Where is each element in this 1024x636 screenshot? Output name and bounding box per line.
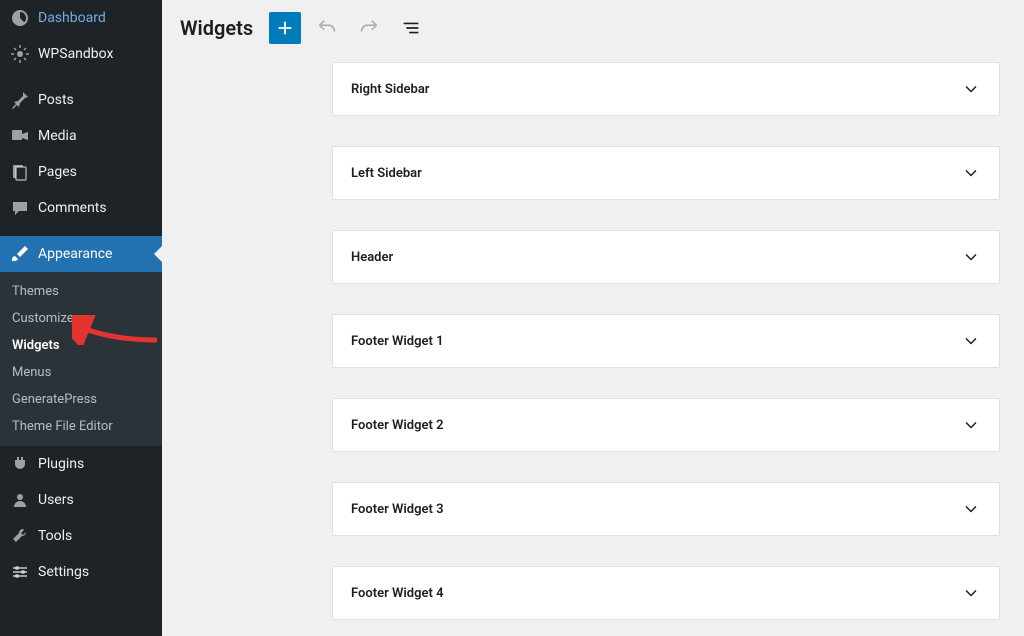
widget-area-footer-2[interactable]: Footer Widget 2 [332,398,1000,452]
undo-button[interactable] [311,12,343,44]
redo-button[interactable] [353,12,385,44]
sidebar-item-label: Plugins [38,456,84,472]
sidebar-item-label: Pages [38,164,77,180]
widget-area-title: Footer Widget 2 [351,418,444,433]
sidebar-item-label: Media [38,128,77,144]
chevron-down-icon [961,79,981,99]
brush-icon [10,244,30,264]
chevron-down-icon [961,247,981,267]
widget-area-header[interactable]: Header [332,230,1000,284]
widget-area-left-sidebar[interactable]: Left Sidebar [332,146,1000,200]
chevron-down-icon [961,415,981,435]
pin-icon [10,90,30,110]
sidebar-item-media[interactable]: Media [0,118,162,154]
sidebar-item-label: Users [38,492,74,508]
settings-icon [10,562,30,582]
dashboard-icon [10,8,30,28]
sidebar-item-plugins[interactable]: Plugins [0,446,162,482]
sandbox-icon [10,44,30,64]
main-content: Widgets Right Sidebar Left Sidebar [162,0,1024,636]
plugin-icon [10,454,30,474]
users-icon [10,490,30,510]
page-title: Widgets [180,16,253,40]
sidebar-item-dashboard[interactable]: Dashboard [0,0,162,36]
list-view-button[interactable] [395,12,427,44]
sidebar-item-comments[interactable]: Comments [0,190,162,226]
submenu-item-menus[interactable]: Menus [0,359,162,386]
sidebar-item-settings[interactable]: Settings [0,554,162,590]
chevron-down-icon [961,583,981,603]
comments-icon [10,198,30,218]
sidebar-item-label: Comments [38,200,107,216]
tools-icon [10,526,30,546]
sidebar-item-pages[interactable]: Pages [0,154,162,190]
widget-area-title: Footer Widget 3 [351,502,444,517]
editor-toolbar: Widgets [162,0,1024,62]
sidebar-item-appearance[interactable]: Appearance [0,236,162,272]
sidebar-item-label: Tools [38,528,72,544]
media-icon [10,126,30,146]
chevron-down-icon [961,163,981,183]
submenu-item-customize[interactable]: Customize [0,305,162,332]
appearance-submenu: Themes Customize Widgets Menus GenerateP… [0,272,162,446]
widget-area-right-sidebar[interactable]: Right Sidebar [332,62,1000,116]
add-block-button[interactable] [269,12,301,44]
submenu-item-theme-file-editor[interactable]: Theme File Editor [0,413,162,440]
widget-area-footer-1[interactable]: Footer Widget 1 [332,314,1000,368]
admin-sidebar: Dashboard WPSandbox Posts Media Pa [0,0,162,636]
sidebar-item-label: WPSandbox [38,46,113,62]
sidebar-item-label: Dashboard [38,10,106,26]
submenu-item-widgets[interactable]: Widgets [0,332,162,359]
chevron-down-icon [961,331,981,351]
sidebar-item-label: Posts [38,92,74,108]
widget-areas-list: Right Sidebar Left Sidebar Header Footer… [162,62,1024,636]
sidebar-item-wpsandbox[interactable]: WPSandbox [0,36,162,72]
sidebar-item-label: Settings [38,564,89,580]
widget-area-footer-3[interactable]: Footer Widget 3 [332,482,1000,536]
sidebar-item-posts[interactable]: Posts [0,82,162,118]
widget-area-title: Footer Widget 1 [351,334,444,349]
chevron-down-icon [961,499,981,519]
sidebar-item-label: Appearance [38,246,112,262]
widget-area-title: Right Sidebar [351,82,429,97]
widget-area-title: Footer Widget 4 [351,586,444,601]
redo-icon [358,17,380,39]
submenu-item-generatepress[interactable]: GeneratePress [0,386,162,413]
submenu-item-themes[interactable]: Themes [0,278,162,305]
undo-icon [316,17,338,39]
sidebar-item-users[interactable]: Users [0,482,162,518]
widget-area-footer-4[interactable]: Footer Widget 4 [332,566,1000,620]
widget-area-title: Left Sidebar [351,166,422,181]
pages-icon [10,162,30,182]
list-view-icon [400,17,422,39]
sidebar-item-tools[interactable]: Tools [0,518,162,554]
app-root: Dashboard WPSandbox Posts Media Pa [0,0,1024,636]
plus-icon [274,17,296,39]
widget-area-title: Header [351,250,393,265]
